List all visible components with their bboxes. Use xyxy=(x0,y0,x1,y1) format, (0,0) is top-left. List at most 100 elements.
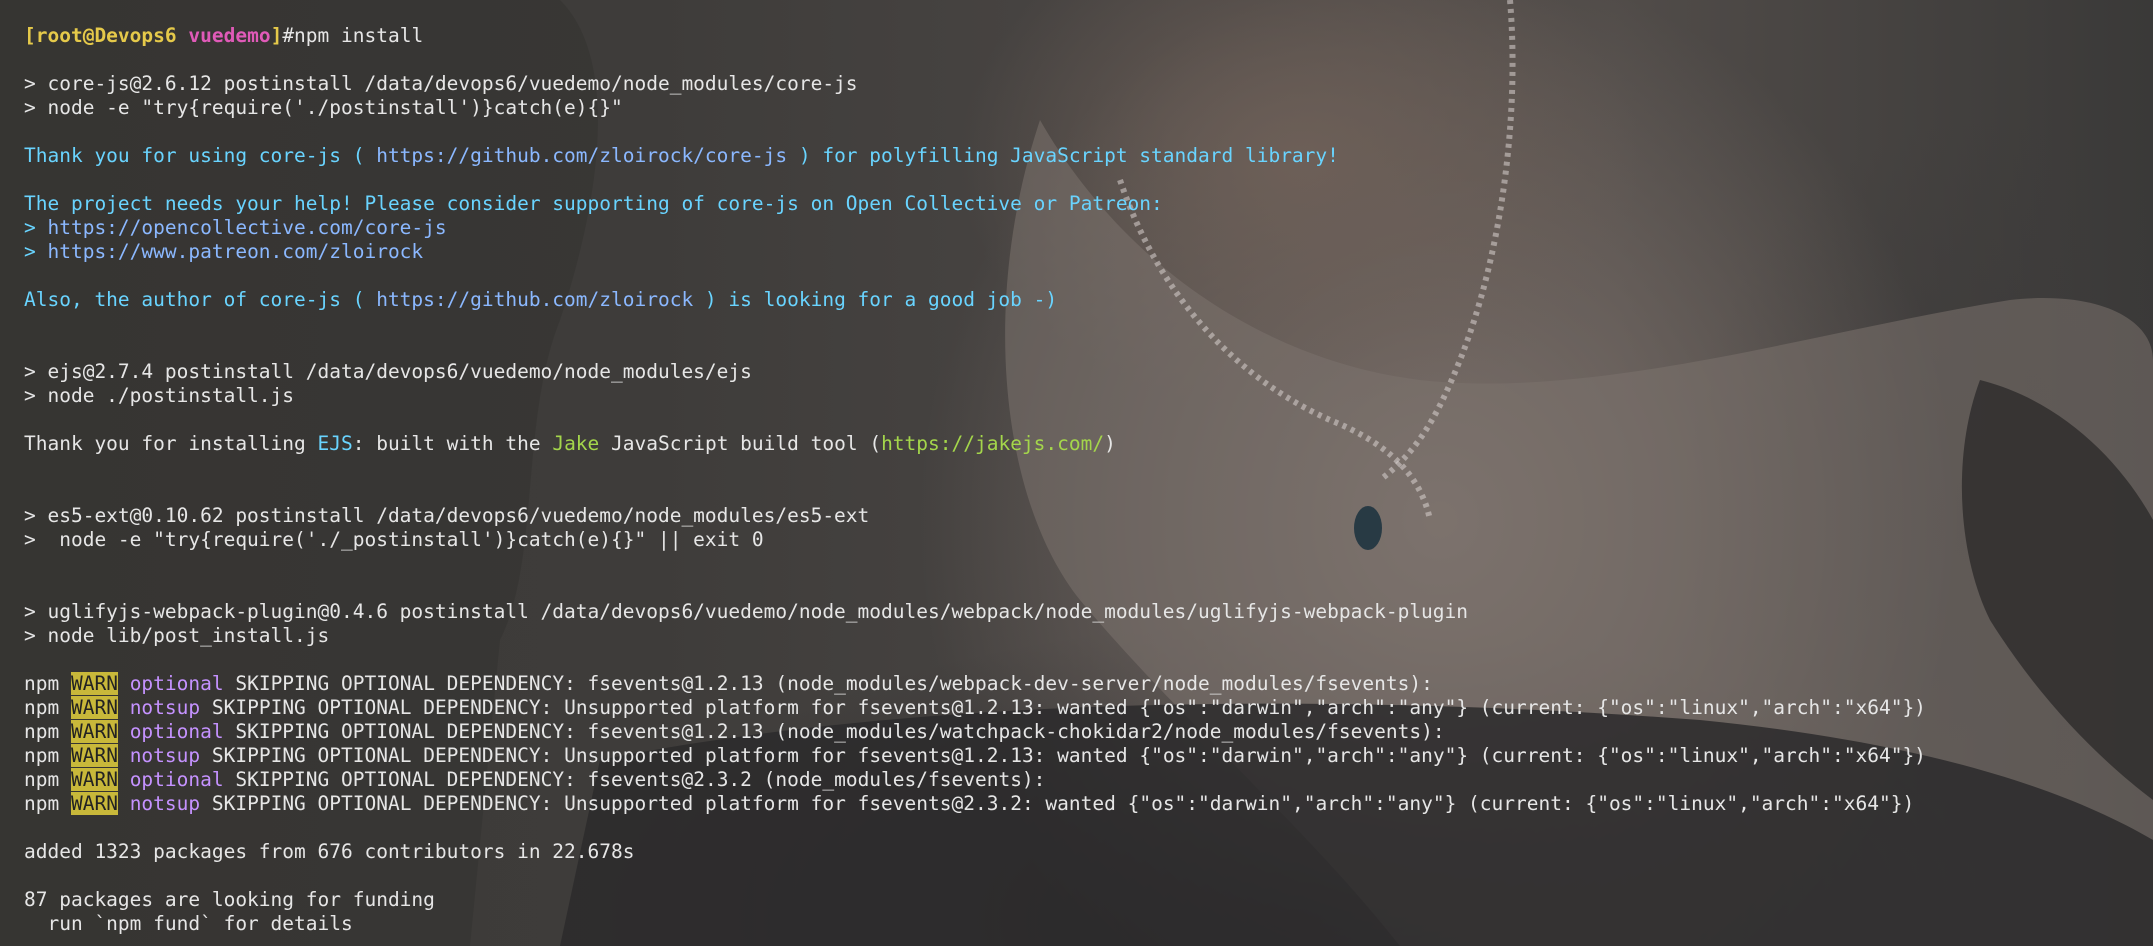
terminal-text: SKIPPING OPTIONAL DEPENDENCY: fsevents@2… xyxy=(223,768,1046,791)
terminal-text: optional xyxy=(129,768,224,791)
terminal-line: > node ./postinstall.js xyxy=(24,384,1926,408)
terminal-text: vuedemo xyxy=(188,24,271,47)
terminal-line: [root@Devops6 vuedemo]#npm install xyxy=(24,24,1926,48)
terminal-text: > es5-ext@0.10.62 postinstall /data/devo… xyxy=(24,504,870,527)
terminal-line: > ejs@2.7.4 postinstall /data/devops6/vu… xyxy=(24,360,1926,384)
warn-badge: WARN xyxy=(70,720,118,743)
terminal-text: npm xyxy=(24,792,71,815)
terminal-line: Thank you for installing EJS: built with… xyxy=(24,432,1926,456)
terminal-line: > https://www.patreon.com/zloirock xyxy=(24,240,1926,264)
warn-badge: WARN xyxy=(70,744,118,767)
terminal-text: Jake xyxy=(552,432,600,455)
terminal-output: [root@Devops6 vuedemo]#npm install > core… xyxy=(24,0,1926,946)
terminal-text: npm xyxy=(24,672,71,695)
terminal-text: JavaScript build tool ( xyxy=(599,432,882,455)
terminal-line: npm WARN notsup SKIPPING OPTIONAL DEPEND… xyxy=(24,792,1926,816)
terminal-text: Thank you for using core-js ( xyxy=(24,144,377,167)
terminal-text: npm xyxy=(24,768,71,791)
terminal-text: ] xyxy=(270,24,283,47)
url-text: https://opencollective.com/core-js xyxy=(47,216,447,239)
warn-badge: WARN xyxy=(70,792,118,815)
terminal-window[interactable]: [root@Devops6 vuedemo]#npm install > core… xyxy=(0,0,2153,946)
terminal-line: > es5-ext@0.10.62 postinstall /data/devo… xyxy=(24,504,1926,528)
warn-badge: WARN xyxy=(70,768,118,791)
terminal-line: > node lib/post_install.js xyxy=(24,624,1926,648)
terminal-line: > uglifyjs-webpack-plugin@0.4.6 postinst… xyxy=(24,600,1926,624)
terminal-text: run `npm fund` for details xyxy=(24,912,353,935)
terminal-line: npm WARN notsup SKIPPING OPTIONAL DEPEND… xyxy=(24,744,1926,768)
terminal-text: https://jakejs.com/ xyxy=(881,432,1105,455)
terminal-text: ) is looking for a good job -) xyxy=(693,288,1058,311)
terminal-line: npm WARN notsup SKIPPING OPTIONAL DEPEND… xyxy=(24,696,1926,720)
terminal-text: ) for polyfilling JavaScript standard li… xyxy=(787,144,1339,167)
terminal-text: optional xyxy=(129,672,224,695)
terminal-text: [root@Devops6 xyxy=(24,24,189,47)
terminal-line: npm WARN optional SKIPPING OPTIONAL DEPE… xyxy=(24,720,1926,744)
terminal-text: SKIPPING OPTIONAL DEPENDENCY: Unsupporte… xyxy=(200,696,1926,719)
terminal-line: Also, the author of core-js ( https://gi… xyxy=(24,288,1926,312)
terminal-line: npm WARN optional SKIPPING OPTIONAL DEPE… xyxy=(24,768,1926,792)
terminal-text: notsup xyxy=(129,696,201,719)
terminal-text: added 1323 packages from 676 contributor… xyxy=(24,840,635,863)
terminal-line: > node -e "try{require('./postinstall')}… xyxy=(24,96,1926,120)
terminal-text: SKIPPING OPTIONAL DEPENDENCY: Unsupporte… xyxy=(200,744,1926,767)
url-text: https://www.patreon.com/zloirock xyxy=(47,240,424,263)
warn-badge: WARN xyxy=(70,672,118,695)
terminal-text: Thank you for installing xyxy=(24,432,318,455)
terminal-text: SKIPPING OPTIONAL DEPENDENCY: fsevents@1… xyxy=(223,720,1445,743)
terminal-line: Thank you for using core-js ( https://gi… xyxy=(24,144,1926,168)
terminal-text: > uglifyjs-webpack-plugin@0.4.6 postinst… xyxy=(24,600,1469,623)
terminal-line: > core-js@2.6.12 postinstall /data/devop… xyxy=(24,72,1926,96)
terminal-line: npm WARN optional SKIPPING OPTIONAL DEPE… xyxy=(24,672,1926,696)
terminal-line: > https://opencollective.com/core-js xyxy=(24,216,1926,240)
terminal-text: 87 packages are looking for funding xyxy=(24,888,435,911)
terminal-text: > ejs@2.7.4 postinstall /data/devops6/vu… xyxy=(24,360,752,383)
terminal-line: run `npm fund` for details xyxy=(24,912,1926,936)
terminal-text: npm xyxy=(24,696,71,719)
terminal-text: > node -e "try{require('./postinstall')}… xyxy=(24,96,623,119)
warn-badge: WARN xyxy=(70,696,118,719)
terminal-text: The project needs your help! Please cons… xyxy=(24,192,1163,215)
terminal-line: > node -e "try{require('./_postinstall')… xyxy=(24,528,1926,552)
terminal-text: > node ./postinstall.js xyxy=(24,384,295,407)
terminal-text: : built with the xyxy=(352,432,553,455)
terminal-text: > node lib/post_install.js xyxy=(24,624,330,647)
terminal-text: > core-js@2.6.12 postinstall /data/devop… xyxy=(24,72,858,95)
url-text: https://github.com/zloirock xyxy=(376,288,694,311)
terminal-line: 87 packages are looking for funding xyxy=(24,888,1926,912)
terminal-text: #npm install xyxy=(282,24,424,47)
terminal-text: notsup xyxy=(129,792,201,815)
terminal-text: npm xyxy=(24,744,71,767)
terminal-text: EJS xyxy=(317,432,353,455)
terminal-text: Also, the author of core-js ( xyxy=(24,288,377,311)
terminal-text: SKIPPING OPTIONAL DEPENDENCY: Unsupporte… xyxy=(200,792,1915,815)
terminal-line: The project needs your help! Please cons… xyxy=(24,192,1926,216)
terminal-text: > xyxy=(24,216,48,239)
terminal-text: optional xyxy=(129,720,224,743)
url-text: https://github.com/zloirock/core-js xyxy=(376,144,788,167)
terminal-text: SKIPPING OPTIONAL DEPENDENCY: fsevents@1… xyxy=(223,672,1433,695)
terminal-text: > xyxy=(24,240,48,263)
